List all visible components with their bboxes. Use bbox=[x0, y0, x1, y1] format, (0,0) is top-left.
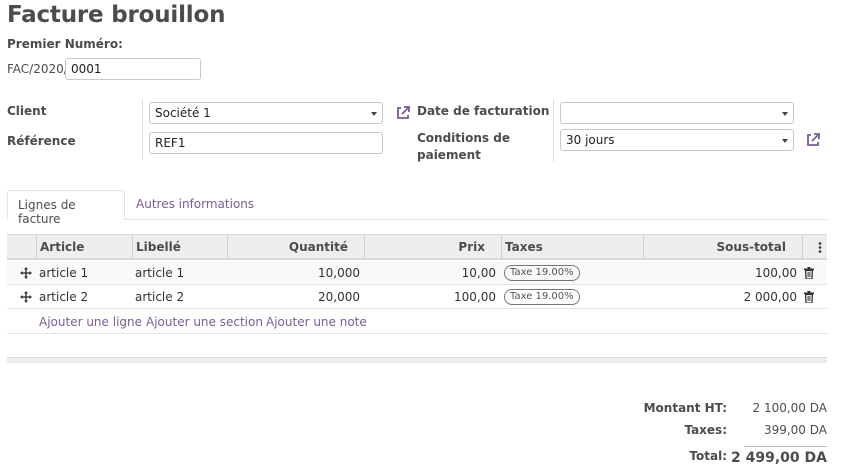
table-row[interactable]: article 1 article 1 10,000 10,00 Taxe 19… bbox=[7, 261, 827, 285]
tab-other-info[interactable]: Autres informations bbox=[126, 190, 264, 220]
cell-sous-total: 100,00 bbox=[755, 266, 797, 280]
column-separator bbox=[802, 235, 803, 259]
invoice-date-label: Date de facturation bbox=[417, 104, 550, 118]
tab-invoice-lines[interactable]: Lignes de facture bbox=[7, 190, 125, 226]
cell-prix: 10,00 bbox=[461, 266, 496, 280]
total-ht-label: Montant HT: bbox=[643, 401, 727, 415]
column-sous-total[interactable]: Sous-total bbox=[647, 240, 786, 254]
field-separator bbox=[142, 100, 143, 160]
cell-libelle: article 1 bbox=[135, 266, 185, 280]
add-section-link[interactable]: Ajouter une section bbox=[146, 315, 263, 329]
external-link-icon[interactable] bbox=[395, 105, 411, 121]
invoice-date-select[interactable] bbox=[560, 102, 794, 124]
tax-badge: Taxe 19.00% bbox=[504, 289, 580, 305]
external-link-icon[interactable] bbox=[805, 132, 821, 148]
tax-badge: Taxe 19.00% bbox=[504, 265, 580, 281]
field-separator bbox=[553, 100, 554, 162]
trash-icon[interactable] bbox=[804, 267, 814, 279]
cell-quantite: 10,000 bbox=[318, 266, 360, 280]
column-separator bbox=[643, 235, 644, 259]
column-article[interactable]: Article bbox=[40, 240, 84, 254]
column-prix[interactable]: Prix bbox=[367, 240, 485, 254]
column-separator bbox=[501, 235, 502, 259]
first-number-label: Premier Numéro: bbox=[7, 37, 123, 51]
first-number-input[interactable]: 0001 bbox=[65, 58, 201, 80]
trash-icon[interactable] bbox=[804, 291, 814, 303]
taxes-value: 399,00 DA bbox=[763, 423, 827, 437]
total-ht-value: 2 100,00 DA bbox=[752, 401, 828, 415]
page-title: Facture brouillon bbox=[7, 2, 226, 28]
cell-article: article 2 bbox=[39, 290, 89, 304]
tab-divider bbox=[7, 219, 827, 220]
total-value: 2 499,00 DA bbox=[731, 450, 827, 466]
add-note-link[interactable]: Ajouter une note bbox=[266, 315, 367, 329]
add-lines-row: Ajouter une ligne Ajouter une section Aj… bbox=[7, 309, 827, 334]
cell-sous-total: 2 000,00 bbox=[743, 290, 797, 304]
cell-prix: 100,00 bbox=[454, 290, 496, 304]
column-separator bbox=[364, 235, 365, 259]
client-label: Client bbox=[7, 104, 47, 118]
column-separator bbox=[132, 235, 133, 259]
reference-label: Référence bbox=[7, 134, 76, 148]
payment-terms-select[interactable]: 30 jours bbox=[560, 129, 794, 151]
payment-terms-label-line1: Conditions de bbox=[417, 131, 510, 145]
cell-quantite: 20,000 bbox=[318, 290, 360, 304]
client-value: Société 1 bbox=[155, 106, 211, 120]
payment-terms-value: 30 jours bbox=[566, 133, 615, 147]
number-prefix: FAC/2020/ bbox=[7, 62, 68, 76]
total-divider bbox=[744, 446, 827, 447]
table-row[interactable]: article 2 article 2 20,000 100,00 Taxe 1… bbox=[7, 285, 827, 309]
cell-libelle: article 2 bbox=[135, 290, 185, 304]
table-header: Article Libellé Quantité Prix Taxes Sous… bbox=[7, 234, 827, 260]
taxes-label: Taxes: bbox=[684, 423, 727, 437]
column-libelle[interactable]: Libellé bbox=[136, 240, 181, 254]
table-footer bbox=[7, 357, 827, 363]
cell-article: article 1 bbox=[39, 266, 89, 280]
column-options-icon[interactable] bbox=[818, 242, 822, 253]
chevron-down-icon bbox=[782, 139, 788, 143]
chevron-down-icon bbox=[371, 112, 377, 116]
drag-handle-icon[interactable] bbox=[20, 267, 32, 279]
add-line-link[interactable]: Ajouter une ligne bbox=[39, 315, 142, 329]
column-separator bbox=[36, 235, 37, 259]
payment-terms-label-line2: paiement bbox=[417, 148, 481, 162]
column-taxes[interactable]: Taxes bbox=[505, 240, 543, 254]
reference-input[interactable]: REF1 bbox=[149, 132, 383, 154]
column-separator bbox=[227, 235, 228, 259]
chevron-down-icon bbox=[782, 112, 788, 116]
drag-handle-icon[interactable] bbox=[20, 291, 32, 303]
client-select[interactable]: Société 1 bbox=[149, 102, 383, 124]
column-quantite[interactable]: Quantité bbox=[229, 240, 348, 254]
